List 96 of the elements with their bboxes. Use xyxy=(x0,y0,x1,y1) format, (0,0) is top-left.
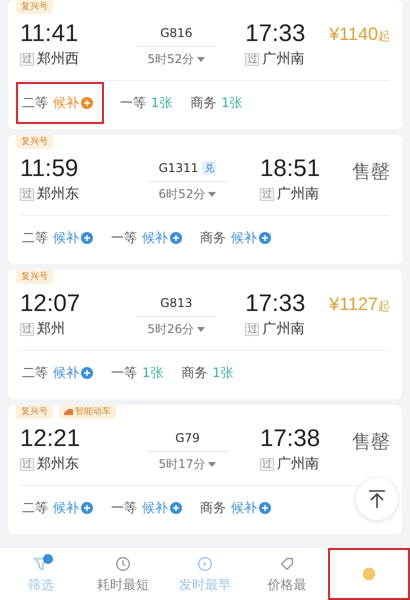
depart-station: 郑州东 xyxy=(37,455,79,473)
stop-mark: 过 xyxy=(260,458,274,470)
train-card[interactable]: 复兴号 11:59 过 郑州东 G1311 兑 6时52分 18:51 过 广州南 售罄 二等 候补 一等 候补 商务 候补 xyxy=(8,135,402,264)
price-suffix: 起 xyxy=(378,28,390,45)
train-tag: 智能动车 xyxy=(59,405,116,419)
stop-mark: 过 xyxy=(260,188,274,200)
stop-mark: 过 xyxy=(20,52,34,66)
train-tag: 复兴号 xyxy=(16,405,53,419)
seat-status: 候补 xyxy=(53,94,93,112)
train-number: G813 xyxy=(160,296,192,310)
depart-station: 郑州西 xyxy=(37,50,79,68)
train-tag: 复兴号 xyxy=(16,0,53,14)
train-card[interactable]: 复兴号 11:41 过 郑州西 G816 5时52分 17:33 过 广州南 ¥1140起 二等 候补 一等 1张 商务 1张 xyxy=(8,0,402,129)
depart-station: 郑州 xyxy=(37,320,65,338)
nav-item[interactable]: 价格最 xyxy=(246,548,328,600)
price: ¥1127 xyxy=(329,294,378,315)
plus-icon xyxy=(170,502,182,514)
seat-class: 商务 xyxy=(200,500,226,517)
seat-status: 1张 xyxy=(142,365,164,382)
seat-status: 候补 xyxy=(53,499,93,517)
seat-status: 候补 xyxy=(231,499,271,517)
plus-icon xyxy=(259,502,271,514)
nav-item[interactable]: 耗时最短 xyxy=(82,548,164,600)
plus-icon xyxy=(81,97,93,109)
clock-icon xyxy=(114,554,132,572)
arrow-up-icon xyxy=(368,489,386,509)
train-tag: 复兴号 xyxy=(16,270,53,284)
seat-status: 候补 xyxy=(142,229,182,247)
nav-label: 价格最 xyxy=(268,576,306,594)
seat-status: 1张 xyxy=(221,95,243,112)
sold-out-label: 售罄 xyxy=(352,160,390,185)
caret-icon xyxy=(197,57,206,62)
caret-icon xyxy=(208,192,216,197)
arrive-time: 17:33 xyxy=(245,290,306,318)
nav-label: 筛选 xyxy=(28,576,54,594)
plus-icon xyxy=(170,232,182,244)
depart-time: 12:21 xyxy=(20,425,82,453)
redeem-badge: 兑 xyxy=(202,161,216,175)
stop-mark: 过 xyxy=(20,188,34,200)
duration: 5时52分 xyxy=(147,51,194,68)
train-tag: 复兴号 xyxy=(16,135,53,149)
caret-icon xyxy=(197,327,206,332)
seat-class: 二等 xyxy=(22,365,48,382)
price-suffix: 起 xyxy=(378,298,390,315)
seat-class: 商务 xyxy=(200,230,226,247)
arrive-station: 广州南 xyxy=(277,455,319,473)
depart-time: 11:59 xyxy=(20,155,80,183)
nav-label: 耗时最短 xyxy=(97,576,149,594)
nav-label: 发时最早 xyxy=(179,576,231,594)
stop-mark: 过 xyxy=(20,458,34,470)
arrive-time: 17:33 xyxy=(245,20,306,48)
train-number: G1311 xyxy=(158,161,198,175)
depart-time: 11:41 xyxy=(20,20,80,48)
depart-station: 郑州东 xyxy=(37,185,79,203)
nav-item[interactable] xyxy=(328,548,410,600)
seat-status: 候补 xyxy=(53,229,93,247)
coin-icon xyxy=(360,565,378,583)
train-card[interactable]: 复兴号 12:07 过 郑州 G813 5时26分 17:33 过 广州南 ¥1127起 二等 候补 一等 1张 商务 1张 xyxy=(8,270,402,399)
seat-class: 二等 xyxy=(22,500,48,517)
duration: 5时17分 xyxy=(158,456,206,473)
seat-class: 一等 xyxy=(111,365,137,382)
seat-class: 一等 xyxy=(111,230,137,247)
sold-out-label: 售罄 xyxy=(352,430,390,455)
duration: 5时26分 xyxy=(147,321,194,338)
train-number: G816 xyxy=(160,26,192,40)
stop-mark: 过 xyxy=(20,322,34,336)
plus-icon xyxy=(81,502,93,514)
caret-icon xyxy=(208,462,216,467)
clock-icon xyxy=(196,554,214,572)
depart-time: 12:07 xyxy=(20,290,82,318)
plus-icon xyxy=(81,232,93,244)
train-card[interactable]: 复兴号 智能动车 12:21 过 郑州东 G79 5时17分 17:38 过 广州南 售罄 二等 候补 一等 候补 商务 候补 xyxy=(8,405,402,534)
arrive-time: 17:38 xyxy=(260,425,322,453)
arrive-station: 广州南 xyxy=(277,185,319,203)
seat-class: 二等 xyxy=(22,95,48,112)
price: ¥1140 xyxy=(329,24,378,45)
arrive-station: 广州南 xyxy=(262,50,304,68)
seat-status: 1张 xyxy=(212,365,234,382)
stop-mark: 过 xyxy=(245,322,260,336)
train-number: G79 xyxy=(175,431,200,445)
seat-class: 二等 xyxy=(22,230,48,247)
plus-icon xyxy=(259,232,271,244)
seat-status: 1张 xyxy=(151,95,172,112)
duration: 6时52分 xyxy=(158,186,206,203)
seat-status: 候补 xyxy=(231,229,271,247)
train-icon xyxy=(64,409,73,415)
stop-mark: 过 xyxy=(245,52,260,66)
seat-status: 候补 xyxy=(142,499,182,517)
seat-class: 一等 xyxy=(111,500,137,517)
seat-class: 商务 xyxy=(190,95,216,112)
arrive-station: 广州南 xyxy=(262,320,304,338)
plus-icon xyxy=(81,367,93,379)
arrive-time: 18:51 xyxy=(260,155,322,183)
seat-class: 商务 xyxy=(181,365,208,382)
seat-status: 候补 xyxy=(53,364,93,382)
seat-class: 一等 xyxy=(120,95,146,112)
